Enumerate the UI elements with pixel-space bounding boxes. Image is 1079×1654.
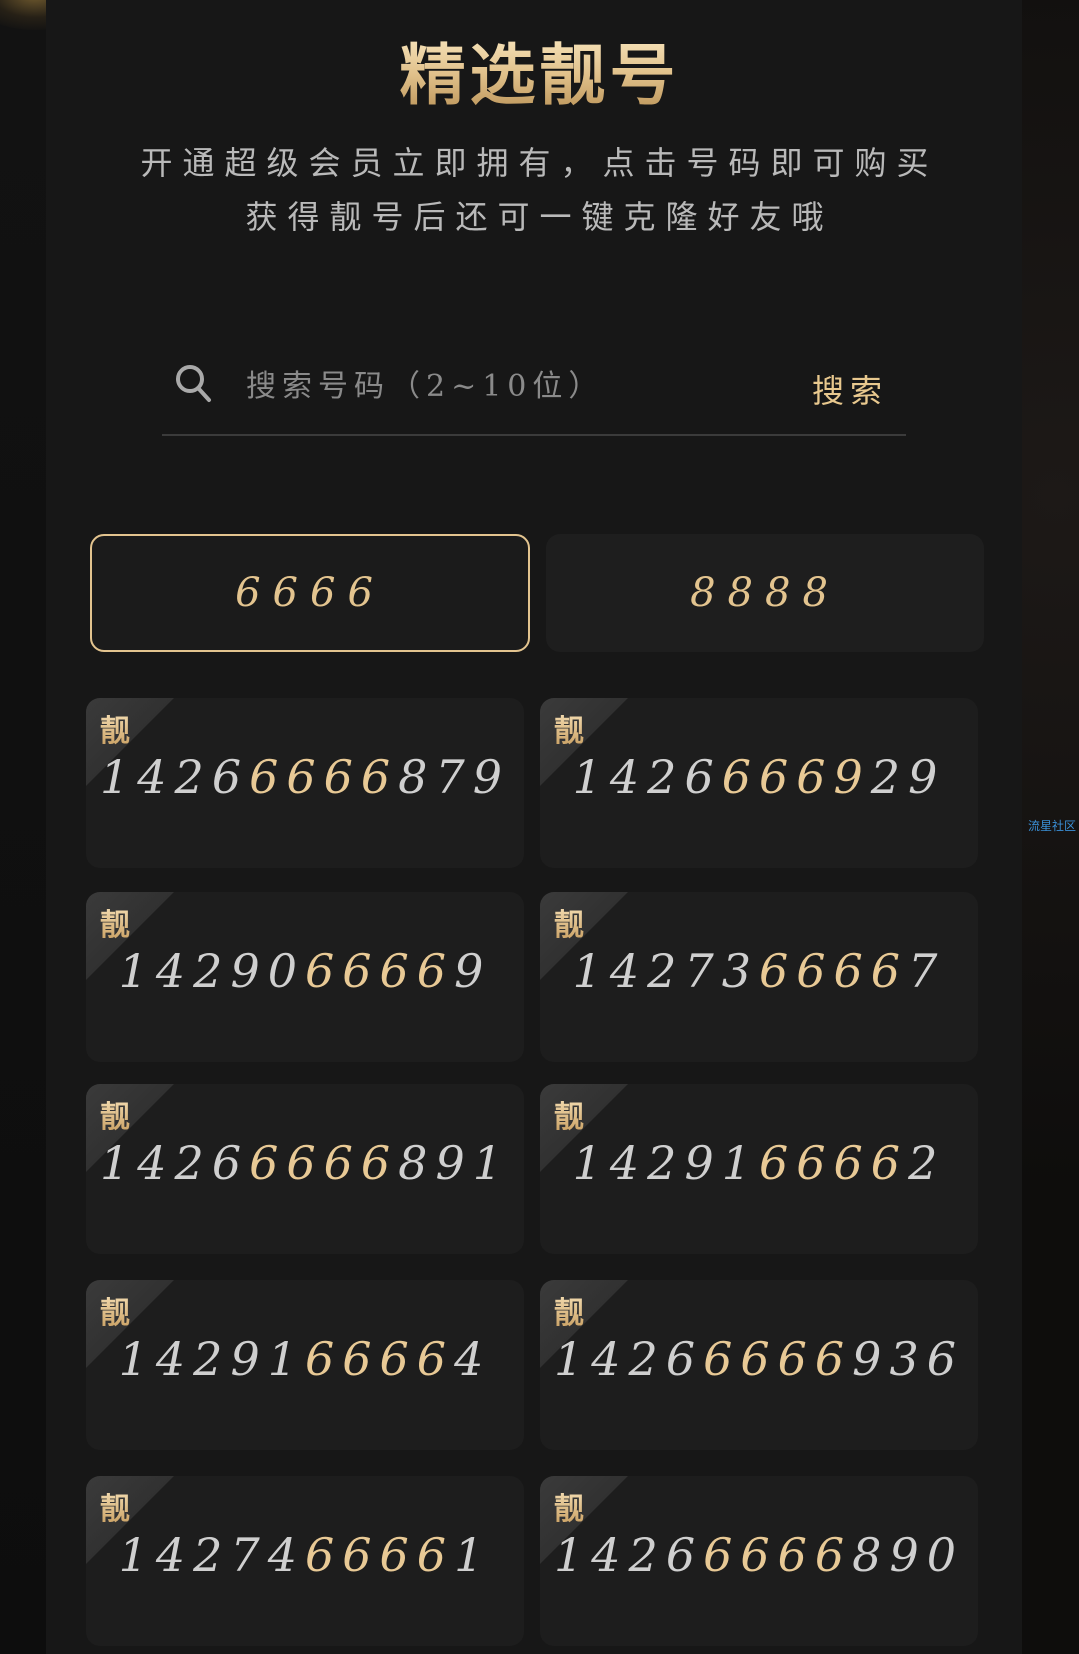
number-card[interactable]: 靓 1429166662 <box>540 1084 978 1254</box>
number-prefix: 1426 <box>554 1528 704 1582</box>
number-highlight: 6666 <box>304 1528 455 1582</box>
number-suffix: 4 <box>454 1332 492 1386</box>
tab-8888[interactable]: 8888 <box>546 534 984 652</box>
pretty-number-badge: 靓 <box>100 1484 130 1528</box>
pretty-number-badge: 靓 <box>100 900 130 944</box>
number-card[interactable]: 靓 14266666936 <box>540 1280 978 1450</box>
number-suffix: 7 <box>908 944 946 998</box>
number-highlight: 6669 <box>721 750 871 804</box>
number-suffix: 891 <box>398 1136 510 1190</box>
subtitle-line-2: 获得靓号后还可一键克隆好友哦 <box>245 198 834 236</box>
number-prefix: 1426 <box>100 1136 250 1190</box>
tab-6666[interactable]: 6666 <box>90 534 530 652</box>
number-suffix: 936 <box>852 1332 964 1386</box>
number-card[interactable]: 靓 1427366667 <box>540 892 978 1062</box>
number-prefix: 14291 <box>118 1332 305 1386</box>
search-icon <box>174 362 214 406</box>
number-prefix: 14290 <box>118 944 305 998</box>
number-card[interactable]: 靓 1429166664 <box>86 1280 524 1450</box>
number-suffix: 2 <box>908 1136 946 1190</box>
phone-number: 1426666929 <box>540 750 978 804</box>
pretty-number-badge: 靓 <box>554 1288 584 1332</box>
search-button[interactable]: 搜索 <box>812 366 888 412</box>
phone-number: 14266666890 <box>540 1528 978 1582</box>
page-title: 精选靓号 <box>0 22 1079 118</box>
subtitle-line-1: 开通超级会员立即拥有，点击号码即可购买 <box>140 144 939 182</box>
number-prefix: 14273 <box>572 944 759 998</box>
number-suffix: 1 <box>454 1528 492 1582</box>
search-input[interactable] <box>244 360 748 412</box>
pretty-number-badge: 靓 <box>554 1484 584 1528</box>
phone-number: 1429166664 <box>86 1332 524 1386</box>
number-highlight: 6666 <box>249 750 399 804</box>
number-card[interactable]: 靓 14266666891 <box>86 1084 524 1254</box>
number-suffix: 879 <box>398 750 510 804</box>
pretty-number-badge: 靓 <box>100 1092 130 1136</box>
phone-number: 1427466661 <box>86 1528 524 1582</box>
phone-number: 1427366667 <box>540 944 978 998</box>
number-prefix: 1426 <box>572 750 722 804</box>
phone-number: 1429066669 <box>86 944 524 998</box>
number-suffix: 9 <box>454 944 492 998</box>
number-suffix: 29 <box>870 750 946 804</box>
number-highlight: 6666 <box>249 1136 399 1190</box>
number-highlight: 6666 <box>703 1528 853 1582</box>
number-prefix: 1426 <box>554 1332 704 1386</box>
pretty-number-badge: 靓 <box>100 706 130 750</box>
number-card[interactable]: 靓 1429066669 <box>86 892 524 1062</box>
number-highlight: 6666 <box>304 944 455 998</box>
phone-number: 14266666936 <box>540 1332 978 1386</box>
number-prefix: 14291 <box>572 1136 759 1190</box>
phone-number: 1429166662 <box>540 1136 978 1190</box>
number-prefix: 14274 <box>118 1528 305 1582</box>
pretty-number-badge: 靓 <box>554 1092 584 1136</box>
number-highlight: 6666 <box>758 1136 909 1190</box>
number-suffix: 890 <box>852 1528 964 1582</box>
watermark-text: 流星社区 <box>1028 819 1077 833</box>
number-card[interactable]: 靓 14266666890 <box>540 1476 978 1646</box>
number-prefix: 1426 <box>100 750 250 804</box>
pretty-number-badge: 靓 <box>100 1288 130 1332</box>
number-highlight: 6666 <box>304 1332 455 1386</box>
number-highlight: 6666 <box>703 1332 853 1386</box>
number-card[interactable]: 靓 1426666929 <box>540 698 978 868</box>
number-card[interactable]: 靓 14266666879 <box>86 698 524 868</box>
number-card[interactable]: 靓 1427466661 <box>86 1476 524 1646</box>
pretty-number-badge: 靓 <box>554 706 584 750</box>
phone-number: 14266666879 <box>86 750 524 804</box>
background-left <box>0 0 46 1654</box>
search-bar: 搜索 <box>162 352 906 436</box>
number-highlight: 6666 <box>758 944 909 998</box>
phone-number: 14266666891 <box>86 1136 524 1190</box>
pretty-number-badge: 靓 <box>554 900 584 944</box>
